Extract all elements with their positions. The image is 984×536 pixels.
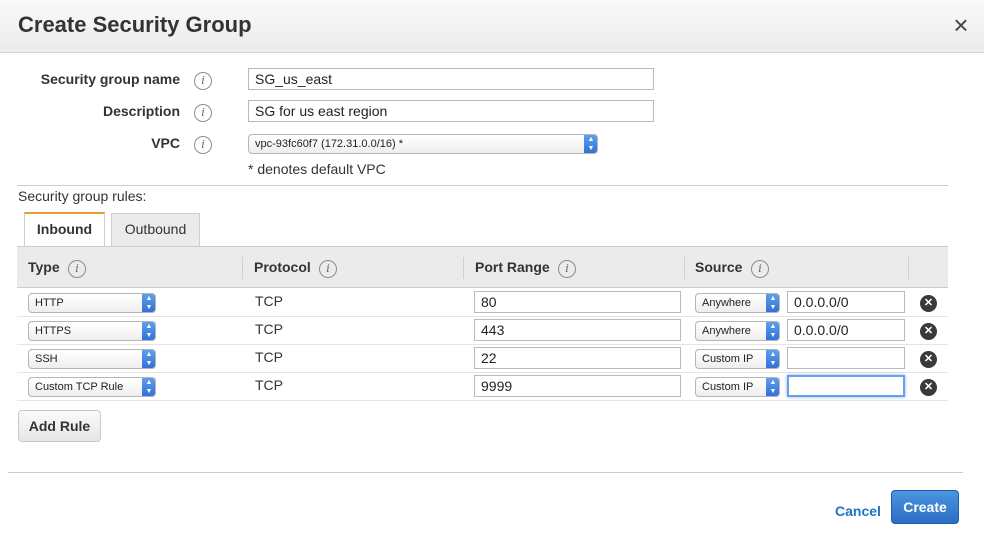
rule-type-value: Custom TCP Rule [35,381,124,393]
rule-type-select[interactable]: SSH ▲ ▼ [28,349,156,369]
row-divider [17,316,948,317]
port-range-input[interactable] [474,375,681,397]
vpc-info-icon[interactable]: i [194,136,212,154]
column-separator [908,257,909,279]
source-type-select[interactable]: Anywhere ▲ ▼ [695,293,780,313]
row-divider [17,400,948,401]
security-group-name-input[interactable] [248,68,654,90]
rule-type-select[interactable]: HTTPS ▲ ▼ [28,321,156,341]
cancel-button[interactable]: Cancel [835,503,881,519]
dialog-header: Create Security Group × [0,0,984,53]
column-header-type: Type [28,259,60,275]
create-button[interactable]: Create [891,490,959,524]
select-arrows-icon: ▲ ▼ [142,350,155,368]
rule-protocol: TCP [255,349,283,365]
column-header-protocol: Protocol [254,259,311,275]
rule-protocol: TCP [255,293,283,309]
port-range-input[interactable] [474,347,681,369]
source-type-value: Custom IP [702,381,754,393]
row-divider [17,372,948,373]
rule-type-value: SSH [35,353,58,365]
tab-inbound[interactable]: Inbound [24,212,105,246]
rule-type-select[interactable]: Custom TCP Rule ▲ ▼ [28,377,156,397]
rule-protocol: TCP [255,321,283,337]
delete-rule-icon[interactable]: ✕ [920,379,937,396]
source-type-value: Anywhere [702,325,751,337]
vpc-note: * denotes default VPC [248,161,386,177]
security-group-name-label: Security group name [40,71,180,87]
select-arrows-icon: ▲ ▼ [142,294,155,312]
delete-rule-icon[interactable]: ✕ [920,351,937,368]
select-arrows-icon: ▲ ▼ [142,378,155,396]
rules-table-header: Type i Protocol i Port Range i Source i [17,246,948,288]
source-cidr-input[interactable] [787,319,905,341]
protocol-info-icon[interactable]: i [319,260,337,278]
rule-type-value: HTTP [35,297,64,309]
delete-rule-icon[interactable]: ✕ [920,295,937,312]
port-range-input[interactable] [474,319,681,341]
vpc-label: VPC [151,135,180,151]
port-range-input[interactable] [474,291,681,313]
rule-type-value: HTTPS [35,325,72,337]
source-cidr-input[interactable] [787,347,905,369]
source-cidr-input[interactable] [787,375,905,397]
column-separator [242,257,243,279]
name-info-icon[interactable]: i [194,72,212,90]
source-type-select[interactable]: Anywhere ▲ ▼ [695,321,780,341]
source-cidr-input[interactable] [787,291,905,313]
select-arrows-icon: ▲ ▼ [766,350,779,368]
select-arrows-icon: ▲ ▼ [766,378,779,396]
select-arrows-icon: ▲ ▼ [766,322,779,340]
dialog-title: Create Security Group [18,12,252,37]
section-divider [17,185,948,186]
source-type-value: Custom IP [702,353,754,365]
description-label: Description [102,103,180,119]
select-arrows-icon: ▲ ▼ [766,294,779,312]
rule-type-select[interactable]: HTTP ▲ ▼ [28,293,156,313]
select-arrows-icon: ▲ ▼ [584,135,597,153]
column-separator [463,257,464,279]
security-group-rules-label: Security group rules: [18,188,147,204]
delete-rule-icon[interactable]: ✕ [920,323,937,340]
description-info-icon[interactable]: i [194,104,212,122]
column-header-port-range: Port Range [475,259,550,275]
source-info-icon[interactable]: i [751,260,769,278]
tab-outbound[interactable]: Outbound [111,213,200,246]
row-divider [17,344,948,345]
add-rule-button[interactable]: Add Rule [18,410,101,442]
close-icon[interactable]: × [950,12,972,38]
type-info-icon[interactable]: i [68,260,86,278]
vpc-select[interactable]: vpc-93fc60f7 (172.31.0.0/16) * ▲ ▼ [248,134,598,154]
select-arrows-icon: ▲ ▼ [142,322,155,340]
port-range-info-icon[interactable]: i [558,260,576,278]
vpc-select-value: vpc-93fc60f7 (172.31.0.0/16) * [255,138,403,150]
source-type-select[interactable]: Custom IP ▲ ▼ [695,377,780,397]
source-type-value: Anywhere [702,297,751,309]
source-type-select[interactable]: Custom IP ▲ ▼ [695,349,780,369]
column-separator [684,257,685,279]
footer-divider [8,472,963,473]
description-input[interactable] [248,100,654,122]
column-header-source: Source [695,259,743,275]
rule-protocol: TCP [255,377,283,393]
